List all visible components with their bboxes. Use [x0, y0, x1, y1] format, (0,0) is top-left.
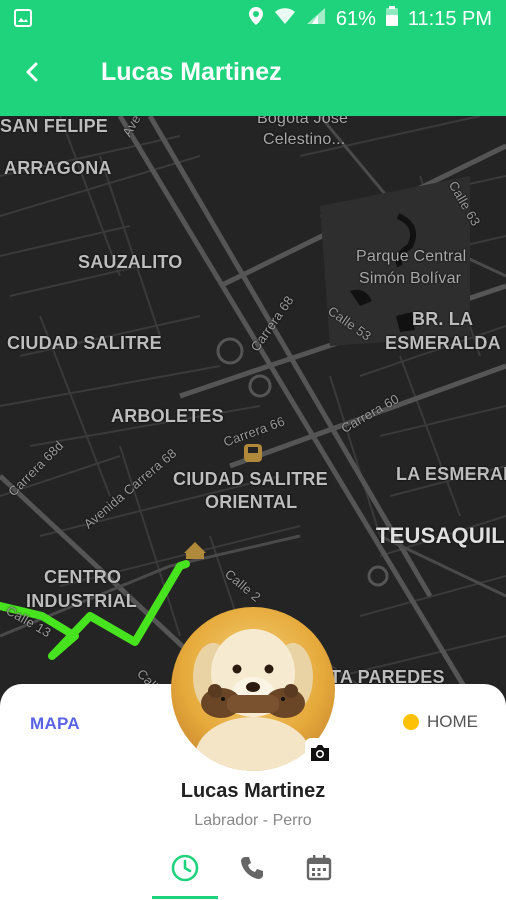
wifi-icon	[274, 7, 296, 31]
phone-icon	[238, 854, 266, 887]
camera-icon[interactable]	[305, 738, 335, 768]
location-icon	[248, 6, 264, 32]
landmark-icon	[184, 542, 206, 559]
home-status[interactable]: HOME	[403, 712, 478, 732]
map-label-arboletes: ARBOLETES	[111, 406, 224, 426]
mapa-link[interactable]: MAPA	[30, 714, 80, 734]
battery-icon	[385, 6, 398, 32]
image-notification-icon	[14, 9, 32, 32]
map-label-bogota-jose-1: Bogotá José	[257, 116, 349, 127]
map-label-teusaquillo: TEUSAQUIL	[376, 523, 505, 548]
pet-name: Lucas Martinez	[180, 780, 326, 802]
map-label-parque-1: Parque Central	[356, 248, 467, 265]
map-label-centro-industrial-1: CENTRO	[44, 567, 122, 587]
map-label-ciudad-salitre-oriental-1: CIUDAD SALITRE	[173, 469, 328, 489]
map-label-ciudad-salitre-oriental-2: ORIENTAL	[205, 492, 298, 512]
page-title: Lucas Martinez	[101, 58, 282, 86]
map-label-parque-2: Simón Bolívar	[359, 270, 462, 287]
clock-time: 11:15 PM	[407, 7, 492, 30]
clock-icon	[170, 853, 200, 888]
back-arrow-icon[interactable]	[22, 58, 54, 90]
map-label-ciudad-salitre: CIUDAD SALITRE	[7, 333, 162, 353]
map-label-sauzalito: SAUZALITO	[78, 252, 183, 272]
signal-icon	[306, 7, 326, 31]
app-toolbar: Lucas Martinez	[0, 36, 506, 116]
calendar-icon	[305, 854, 333, 887]
bus-stop-icon	[244, 444, 262, 462]
status-bar: 61% 11:15 PM	[0, 0, 506, 36]
map-label-bogota-jose-2: Celestino...	[263, 131, 346, 148]
map-label-la-esmeralda: LA ESMERAL	[396, 464, 506, 484]
map-label-br-la-esmeralda-2: ESMERALDA	[385, 333, 501, 353]
map-label-san-felipe: SAN FELIPE	[0, 116, 109, 136]
tab-history[interactable]	[152, 848, 218, 892]
home-label: HOME	[427, 712, 478, 731]
tab-call[interactable]	[219, 848, 285, 892]
active-tab-indicator	[152, 896, 218, 899]
home-status-dot	[403, 714, 419, 730]
bottom-tab-bar	[152, 848, 352, 900]
pet-breed: Labrador - Perro	[194, 812, 312, 829]
map-label-tarragona: ARRAGONA	[4, 158, 112, 178]
map-label-br-la-esmeralda-1: BR. LA	[412, 309, 474, 329]
tab-calendar[interactable]	[286, 848, 352, 892]
map-label-centro-industrial-2: INDUSTRIAL	[26, 591, 137, 611]
battery-percentage: 61%	[335, 7, 376, 30]
